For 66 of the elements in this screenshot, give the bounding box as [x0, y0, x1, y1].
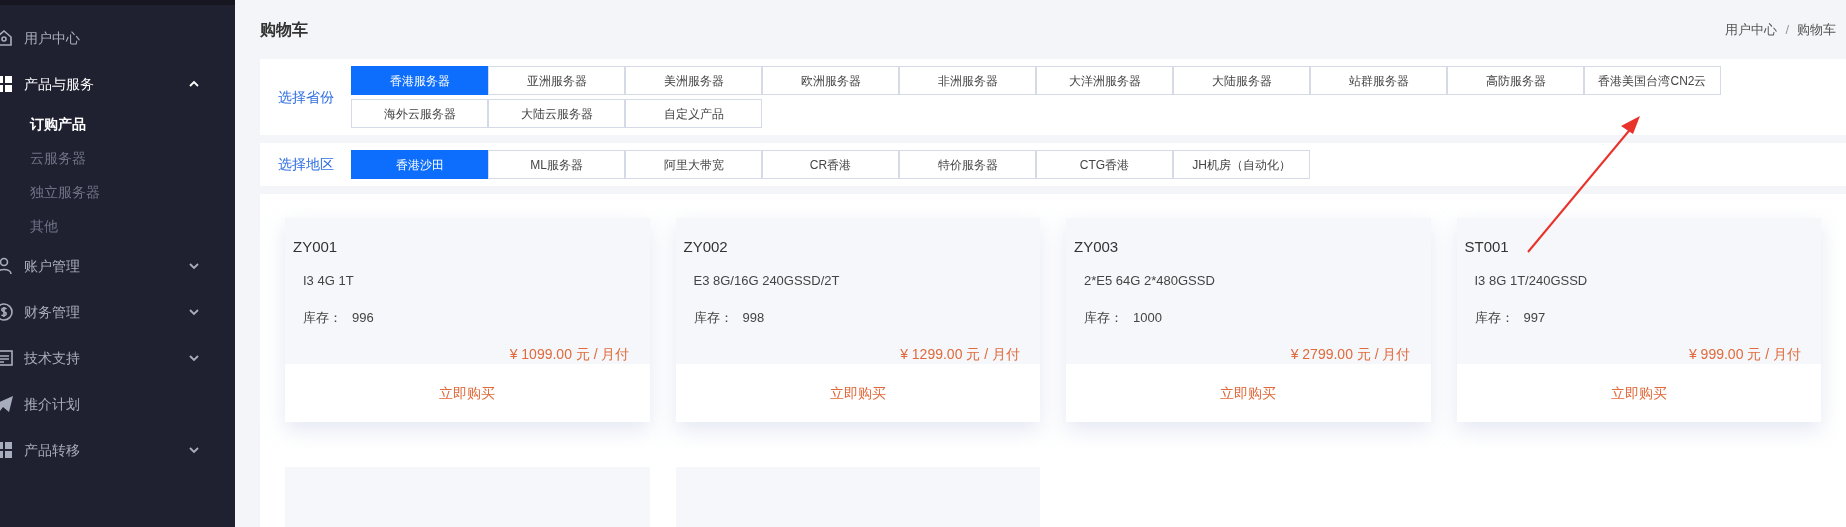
chevron-down-icon	[188, 306, 200, 318]
stock-value: 996	[352, 309, 374, 327]
filter-option[interactable]: 高防服务器	[1447, 66, 1584, 95]
paper-plane-icon	[0, 394, 14, 414]
grid-icon	[0, 74, 14, 94]
filter-option[interactable]: 自定义产品	[625, 99, 762, 128]
stock-value: 1000	[1133, 309, 1162, 327]
product-spec: E3 8G/16G 240GSSD/2T	[693, 271, 841, 290]
sidebar-item[interactable]: 推介计划	[0, 381, 235, 427]
product-price: ¥ 1299.00 元 / 月付	[900, 344, 1020, 364]
stock-label: 库存：	[303, 309, 342, 327]
product-price: ¥ 2799.00 元 / 月付	[1290, 344, 1411, 364]
product-name: ZY002	[683, 237, 729, 257]
product-price: ¥ 1099.00 元 / 月付	[509, 344, 630, 364]
document-icon	[0, 348, 14, 368]
filter-option[interactable]: 阿里大带宽	[625, 150, 762, 179]
stock-value: 997	[1523, 309, 1546, 327]
sidebar-item[interactable]: 账户管理	[0, 243, 235, 289]
chevron-down-icon	[188, 352, 200, 364]
filter-option[interactable]: 海外云服务器	[351, 99, 488, 128]
breadcrumb-separator: /	[1785, 20, 1789, 39]
filter-option[interactable]: 美洲服务器	[625, 66, 762, 95]
product-spec: I3 8G 1T/240GSSD	[1474, 271, 1589, 290]
product-name: ZY001	[293, 237, 339, 257]
grid-icon	[0, 440, 14, 460]
sidebar-item[interactable]: 产品与服务	[0, 61, 235, 107]
product-price: ¥ 999.00 元 / 月付	[1688, 344, 1801, 364]
sidebar-item[interactable]: 财务管理	[0, 289, 235, 335]
chevron-down-icon	[188, 444, 200, 456]
chevron-down-icon	[188, 260, 200, 272]
product-spec: I3 4G 1T	[303, 271, 355, 290]
filter-option[interactable]: 特价服务器	[899, 150, 1036, 179]
filter-option[interactable]: 香港美国台湾CN2云	[1584, 66, 1721, 95]
product-name: ZY003	[1074, 237, 1120, 257]
filter-option[interactable]: JH机房（自动化）	[1173, 150, 1310, 179]
stock-value: 998	[742, 309, 765, 327]
sidebar-item[interactable]: 用户中心	[0, 15, 235, 61]
stock-label: 库存：	[1084, 309, 1123, 327]
filter-option[interactable]: 大陆服务器	[1173, 66, 1310, 95]
filter-option[interactable]: CR香港	[762, 150, 899, 179]
breadcrumb-link[interactable]: 用户中心	[1725, 19, 1778, 40]
dollar-icon	[0, 302, 14, 322]
submenu-item[interactable]: 订购产品	[0, 107, 235, 141]
sidebar-item[interactable]: 产品转移	[0, 427, 235, 473]
filter-option[interactable]: 亚洲服务器	[488, 66, 625, 95]
submenu-item[interactable]: 云服务器	[0, 141, 235, 175]
product-spec: 2*E5 64G 2*480GSSD	[1084, 271, 1216, 290]
home-icon	[0, 28, 14, 48]
product-name: ST001	[1464, 237, 1510, 257]
filter-option[interactable]: 站群服务器	[1310, 66, 1447, 95]
filter-label: 选择地区	[276, 155, 335, 174]
filter-option[interactable]: 欧洲服务器	[762, 66, 899, 95]
user-icon	[0, 256, 14, 276]
filter-label: 选择省份	[276, 87, 335, 107]
submenu-item[interactable]: 其他	[0, 209, 235, 243]
sidebar-item[interactable]: 技术支持	[0, 335, 235, 381]
page-title: 购物车	[260, 19, 308, 40]
filter-option[interactable]: 香港沙田	[351, 150, 488, 179]
stock-label: 库存：	[1474, 309, 1514, 327]
filter-option[interactable]: 大洋洲服务器	[1036, 66, 1173, 95]
stock-label: 库存：	[693, 309, 733, 327]
filter-option[interactable]: ML服务器	[488, 150, 625, 179]
filter-option[interactable]: 大陆云服务器	[488, 99, 625, 128]
filter-option[interactable]: CTG香港	[1036, 150, 1173, 179]
filter-option[interactable]: 非洲服务器	[899, 66, 1036, 95]
filter-option[interactable]: 香港服务器	[351, 66, 488, 95]
